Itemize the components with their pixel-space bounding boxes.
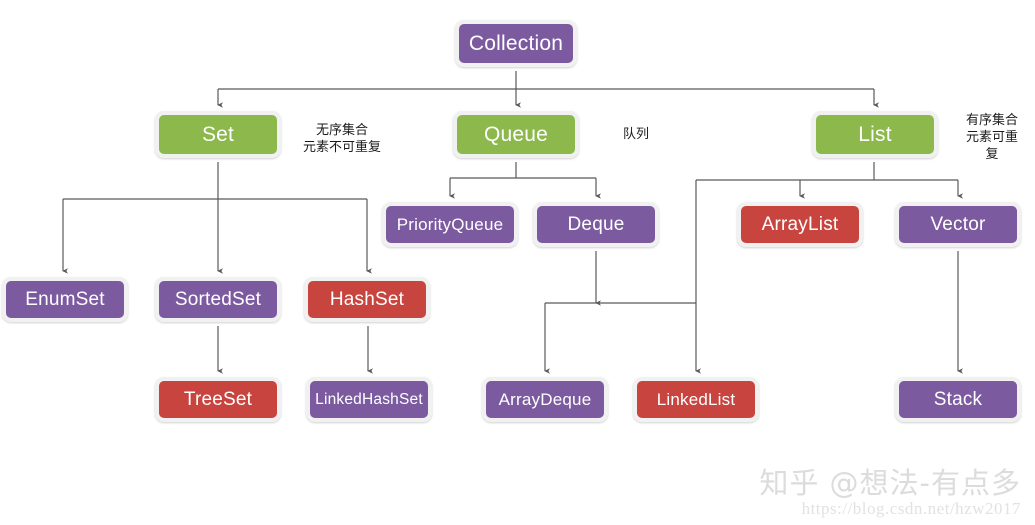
node-sortedset[interactable]: SortedSet [155, 277, 281, 322]
node-arraylist-label: ArrayList [761, 214, 839, 235]
node-linkedlist-label: LinkedList [656, 390, 736, 409]
node-treeset-label: TreeSet [183, 389, 253, 410]
node-list[interactable]: List [812, 111, 938, 158]
node-vector-label: Vector [930, 214, 986, 235]
node-set[interactable]: Set [155, 111, 281, 158]
node-list-label: List [858, 123, 892, 146]
annotation-set: 无序集合 元素不可重复 [302, 123, 381, 155]
watermark: 知乎 @想法-有点多 https://blog.csdn.net/hzw2017 [759, 467, 1021, 519]
node-deque[interactable]: Deque [533, 202, 659, 247]
node-enumset[interactable]: EnumSet [2, 277, 128, 322]
node-collection[interactable]: Collection [455, 20, 577, 67]
node-queue[interactable]: Queue [453, 111, 579, 158]
diagram-canvas: Collection Set Queue List PriorityQueue … [0, 0, 1035, 525]
node-enumset-label: EnumSet [25, 289, 105, 310]
node-stack-label: Stack [933, 389, 983, 410]
node-arraydeque[interactable]: ArrayDeque [482, 377, 608, 422]
node-sortedset-label: SortedSet [174, 289, 262, 310]
node-priorityqueue-label: PriorityQueue [396, 215, 504, 234]
node-hashset-label: HashSet [329, 289, 405, 310]
annotation-queue: 队列 [622, 127, 649, 142]
watermark-url: https://blog.csdn.net/hzw2017 [801, 499, 1021, 518]
node-deque-label: Deque [567, 214, 625, 235]
node-hashset[interactable]: HashSet [304, 277, 430, 322]
node-linkedhashset-label: LinkedHashSet [315, 390, 423, 408]
node-collection-label: Collection [468, 32, 564, 55]
node-arraylist[interactable]: ArrayList [737, 202, 863, 247]
annotation-list: 有序集合 元素可重 复 [965, 113, 1018, 162]
node-stack[interactable]: Stack [895, 377, 1021, 422]
node-treeset[interactable]: TreeSet [155, 377, 281, 422]
node-queue-label: Queue [483, 123, 549, 146]
node-priorityqueue[interactable]: PriorityQueue [382, 202, 518, 247]
node-arraydeque-label: ArrayDeque [498, 390, 592, 409]
node-set-label: Set [201, 123, 235, 146]
edge-layer [62, 71, 964, 374]
watermark-brand: 知乎 @想法-有点多 [759, 466, 1021, 500]
node-linkedlist[interactable]: LinkedList [633, 377, 759, 422]
node-linkedhashset[interactable]: LinkedHashSet [306, 377, 432, 422]
node-vector[interactable]: Vector [895, 202, 1021, 247]
